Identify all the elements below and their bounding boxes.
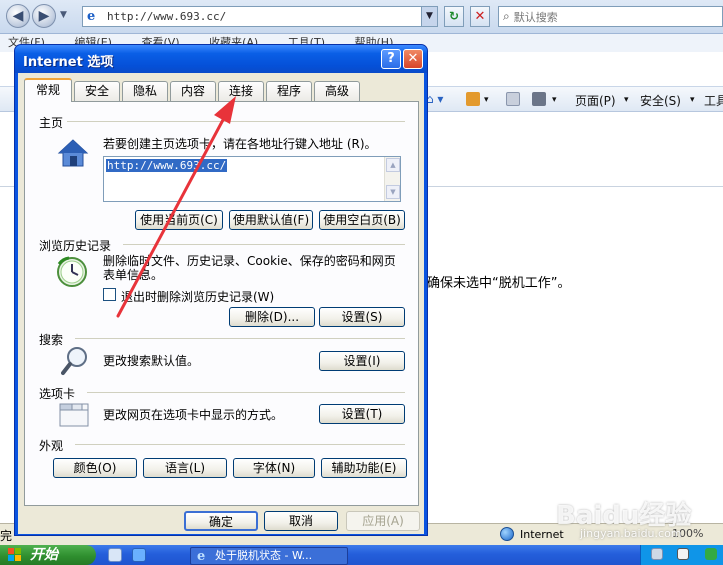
print-dropdown-icon[interactable]: ▾: [552, 95, 557, 105]
system-tray: [640, 545, 723, 565]
search-placeholder: 默认搜索: [513, 10, 558, 24]
tabs-settings-button[interactable]: 设置(T): [319, 404, 405, 424]
address-dropdown-icon[interactable]: ▼: [421, 7, 437, 26]
tab-privacy[interactable]: 隐私: [122, 81, 168, 101]
tabs-description: 更改网页在选项卡中显示的方式。: [103, 408, 284, 422]
use-blank-button[interactable]: 使用空白页(B): [319, 210, 405, 230]
tab-general[interactable]: 常规: [24, 78, 72, 102]
security-zone[interactable]: Internet: [500, 527, 564, 541]
page-dropdown-icon: ▾: [624, 95, 629, 105]
ie-page-icon: e: [87, 8, 96, 24]
safety-menu[interactable]: 安全(S): [640, 92, 681, 109]
taskbar: 开始 e 处于脱机状态 - W...: [0, 545, 723, 565]
delete-on-exit-label[interactable]: 退出时删除浏览历史记录(W): [121, 288, 274, 305]
dialog-title: Internet 选项: [23, 55, 114, 70]
tabs-divider: [87, 392, 405, 393]
start-button[interactable]: 开始: [0, 545, 96, 565]
search-input[interactable]: ⌕ 默认搜索: [498, 6, 723, 27]
print-icon[interactable]: [532, 92, 546, 106]
tab-programs[interactable]: 程序: [266, 81, 312, 101]
address-input[interactable]: e http://www.693.cc/ ▼: [82, 6, 438, 27]
appearance-divider: [75, 444, 405, 445]
tab-advanced[interactable]: 高级: [314, 81, 360, 101]
tab-connections[interactable]: 连接: [218, 81, 264, 101]
fonts-button[interactable]: 字体(N): [233, 458, 315, 478]
tabs-window-icon: [59, 403, 89, 427]
internet-options-dialog: Internet 选项 ? ✕ 常规 安全 隐私 内容 连接 程序 高级 主页 …: [14, 44, 428, 536]
stop-button[interactable]: ✕: [470, 6, 490, 27]
forward-button[interactable]: ▶: [32, 4, 56, 28]
address-text: http://www.693.cc/: [107, 10, 227, 23]
refresh-icon: ↻: [448, 9, 460, 23]
delete-on-exit-checkbox[interactable]: [103, 288, 116, 301]
task-label: 处于脱机状态 - W...: [215, 549, 313, 562]
browser-address-bar: ◀ ▶ ▼ e http://www.693.cc/ ▼ ↻ ✕ ⌕ 默认搜索: [0, 0, 723, 34]
mail-icon[interactable]: [506, 92, 520, 106]
back-button[interactable]: ◀: [6, 4, 30, 28]
use-current-page-button[interactable]: 使用当前页(C): [135, 210, 223, 230]
status-text: 完: [0, 529, 13, 543]
taskbar-window-ie[interactable]: e 处于脱机状态 - W...: [190, 547, 348, 565]
history-divider: [123, 244, 405, 245]
accessibility-button[interactable]: 辅助功能(E): [321, 458, 407, 478]
history-dropdown-icon[interactable]: ▼: [60, 10, 67, 20]
tray-network-icon[interactable]: [651, 548, 663, 560]
search-divider: [75, 338, 405, 339]
homepage-url-text: http://www.693.cc/: [106, 159, 228, 172]
history-settings-button[interactable]: 设置(S): [319, 307, 405, 327]
refresh-button[interactable]: ↻: [444, 6, 464, 27]
delete-history-button[interactable]: 删除(D)...: [229, 307, 315, 327]
dialog-titlebar[interactable]: Internet 选项 ? ✕: [15, 45, 427, 73]
ie-task-icon: e: [197, 549, 206, 564]
arrow-left-icon: ◀: [12, 8, 24, 24]
close-button[interactable]: ✕: [403, 49, 423, 69]
homepage-url-textarea[interactable]: http://www.693.cc/ ▲ ▼: [103, 156, 401, 202]
magnifier-icon: [61, 347, 87, 375]
tab-security[interactable]: 安全: [74, 81, 120, 101]
search-description: 更改搜索默认值。: [103, 354, 200, 368]
quicklaunch-explorer-icon[interactable]: [108, 548, 122, 562]
tray-help-icon[interactable]: [677, 548, 689, 560]
scroll-up-icon[interactable]: ▲: [386, 158, 400, 172]
history-description-line2: 表单信息。: [103, 268, 164, 282]
feeds-icon[interactable]: [466, 92, 480, 106]
general-tab-panel: 主页 若要创建主页选项卡，请在各地址行键入地址 (R)。 http://www.…: [24, 101, 419, 506]
dialog-body: 常规 安全 隐私 内容 连接 程序 高级 主页 若要创建主页选项卡，请在各地址行…: [18, 73, 424, 534]
safety-dropdown-icon: ▾: [690, 95, 695, 105]
tab-content[interactable]: 内容: [170, 81, 216, 101]
quicklaunch-ie-icon[interactable]: [132, 548, 146, 562]
arrow-right-icon: ▶: [38, 8, 50, 24]
ok-button[interactable]: 确定: [184, 511, 258, 531]
use-default-button[interactable]: 使用默认值(F): [229, 210, 313, 230]
watermark-url: jingyan.baidu.com: [580, 527, 682, 540]
help-button[interactable]: ?: [381, 49, 401, 69]
colors-button[interactable]: 颜色(O): [53, 458, 137, 478]
windows-flag-icon: [8, 548, 22, 562]
languages-button[interactable]: 语言(L): [143, 458, 227, 478]
appearance-section-title: 外观: [39, 437, 68, 454]
search-settings-button[interactable]: 设置(I): [319, 351, 405, 371]
history-clock-icon: [57, 256, 87, 287]
homepage-divider: [53, 121, 405, 122]
home-cmd-icon[interactable]: ⌂ ▾: [426, 92, 443, 106]
tray-status-icon[interactable]: [705, 548, 717, 560]
start-label: 开始: [30, 547, 58, 563]
page-menu[interactable]: 页面(P): [575, 92, 616, 109]
search-magnifier-icon: ⌕: [503, 9, 510, 23]
scroll-down-icon[interactable]: ▼: [386, 185, 400, 199]
apply-button[interactable]: 应用(A): [346, 511, 420, 531]
globe-icon: [500, 527, 514, 541]
instruction-text: 确保未选中“脱机工作”。: [427, 276, 571, 291]
tools-menu[interactable]: 工具: [704, 92, 723, 109]
stop-icon: ✕: [474, 9, 486, 24]
feeds-dropdown-icon[interactable]: ▾: [484, 95, 489, 105]
homepage-section-title: 主页: [39, 114, 68, 131]
cancel-button[interactable]: 取消: [264, 511, 338, 531]
homepage-scrollbar[interactable]: ▲ ▼: [384, 157, 400, 201]
homepage-description: 若要创建主页选项卡，请在各地址行键入地址 (R)。: [103, 137, 377, 151]
house-icon: [57, 139, 89, 167]
